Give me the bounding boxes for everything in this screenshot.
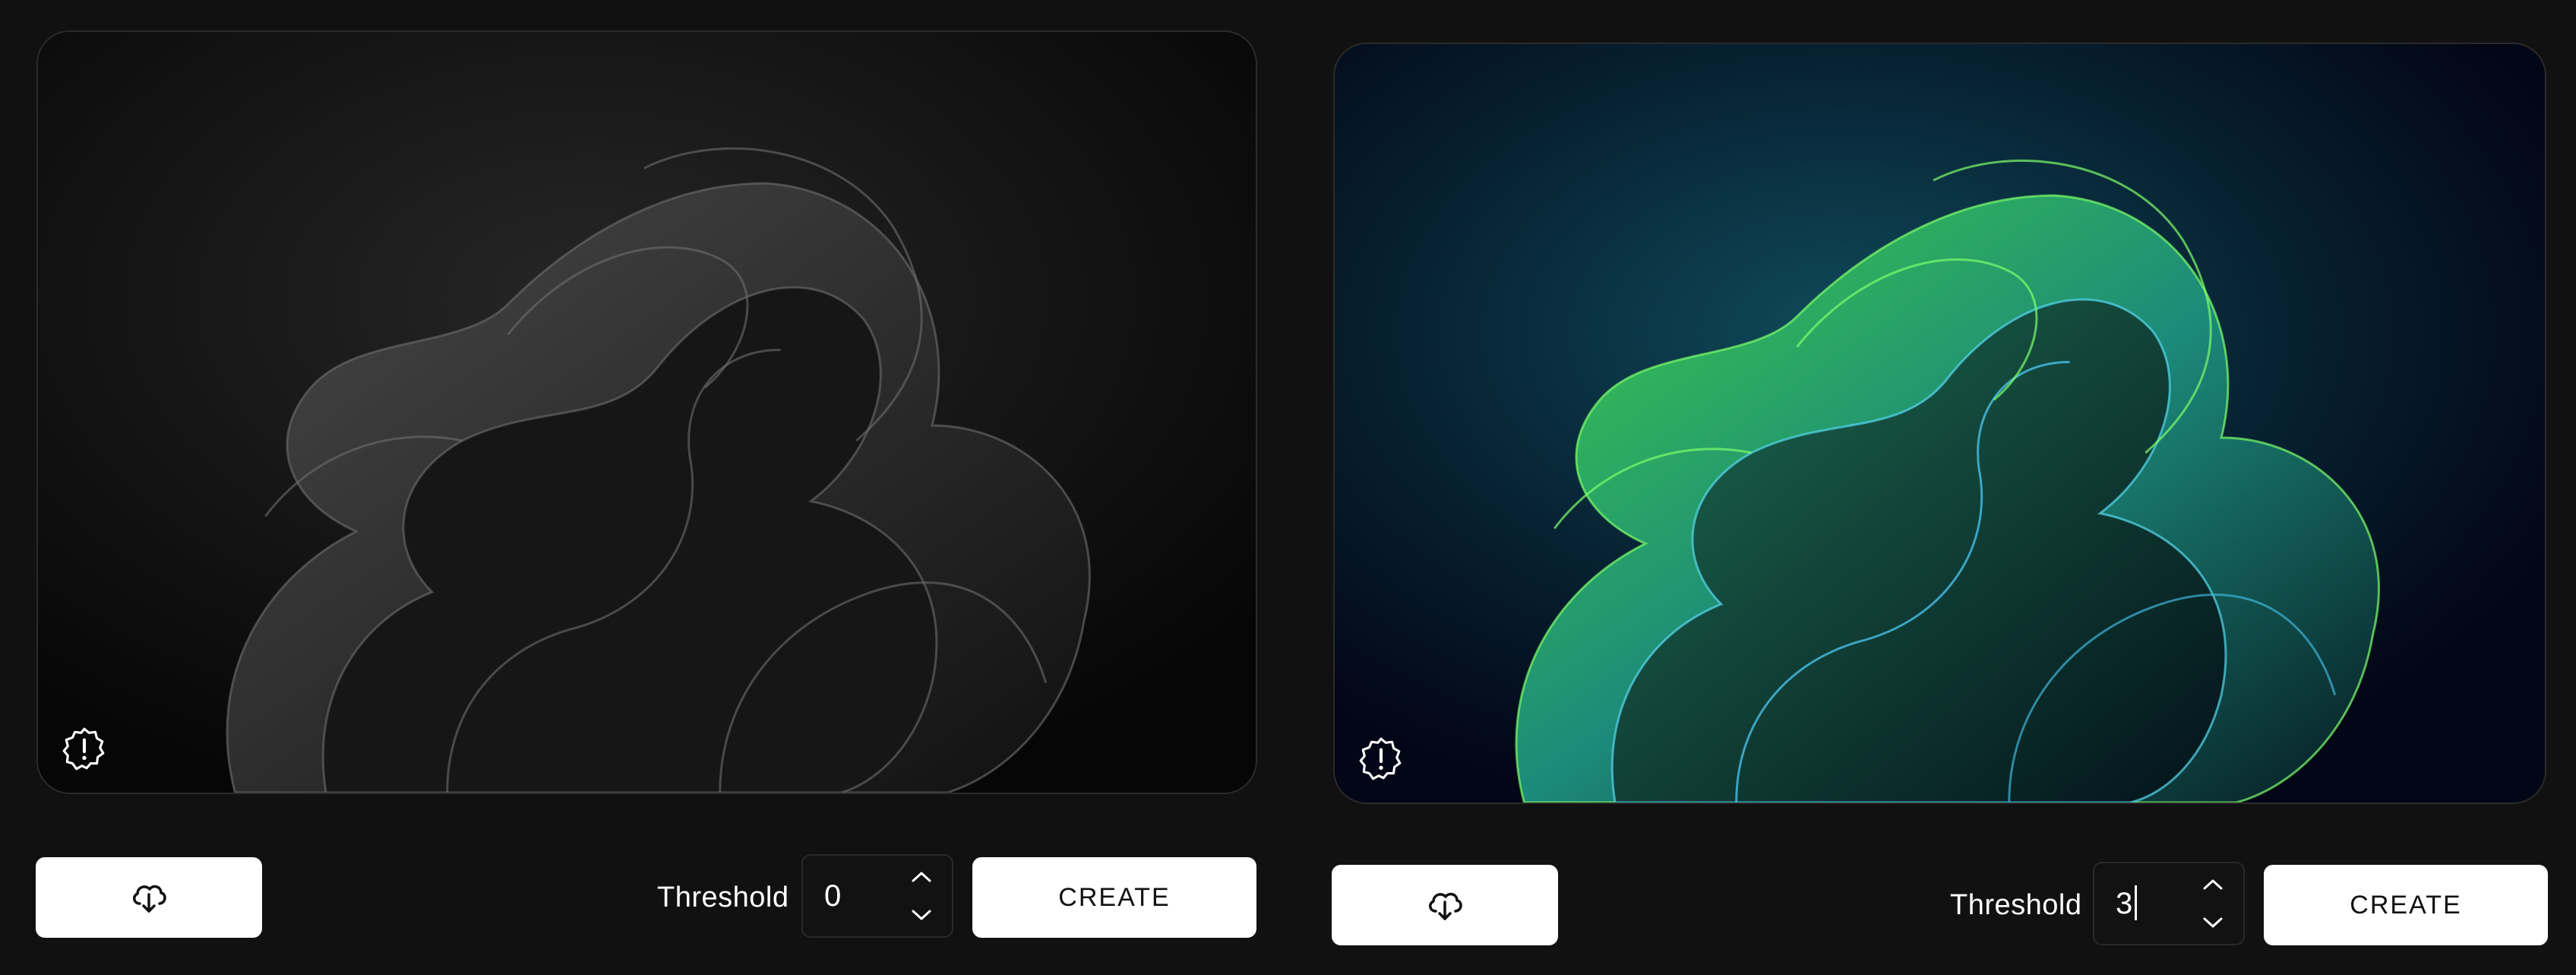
create-button[interactable]: CREATE <box>972 857 1256 938</box>
panel-grayscale: Threshold 0 CREATE <box>0 0 1261 975</box>
warning-badge[interactable] <box>61 726 108 773</box>
chevron-down-icon <box>2203 917 2223 928</box>
toolbar-grayscale: Threshold 0 CREATE <box>0 854 1261 941</box>
threshold-value[interactable]: 0 <box>824 856 841 936</box>
download-button[interactable] <box>1332 865 1558 945</box>
download-button[interactable] <box>36 857 262 938</box>
badge-alert-icon <box>1359 737 1402 780</box>
chevron-down-icon <box>912 910 931 920</box>
badge-alert-icon <box>62 727 105 771</box>
threshold-value[interactable]: 3 <box>2116 863 2138 944</box>
create-button[interactable]: CREATE <box>2264 865 2548 945</box>
warning-badge[interactable] <box>1358 736 1405 783</box>
threshold-increment-button[interactable] <box>2196 869 2230 900</box>
threshold-decrement-button[interactable] <box>2196 907 2230 938</box>
toolbar-colored: Threshold 3 CREATE <box>1299 862 2560 948</box>
chevron-up-icon <box>2203 879 2223 890</box>
chevron-up-icon <box>912 872 931 882</box>
cloud-download-icon <box>133 885 166 913</box>
cloud-download-icon <box>1429 892 1462 920</box>
wallpaper-preview-colored <box>1333 43 2546 804</box>
wallpaper-preview-grayscale <box>36 30 1257 794</box>
threshold-stepper[interactable]: 3 <box>2093 862 2245 945</box>
bloom-artwork-colored <box>1335 44 2545 802</box>
panel-colored: Threshold 3 CREATE <box>1299 0 2560 975</box>
threshold-decrement-button[interactable] <box>905 900 938 930</box>
bloom-artwork-grayscale <box>38 32 1256 793</box>
threshold-label: Threshold <box>1950 889 2082 921</box>
threshold-increment-button[interactable] <box>905 862 938 892</box>
threshold-label: Threshold <box>657 882 789 913</box>
text-caret <box>2135 885 2138 921</box>
threshold-stepper[interactable]: 0 <box>801 854 953 938</box>
